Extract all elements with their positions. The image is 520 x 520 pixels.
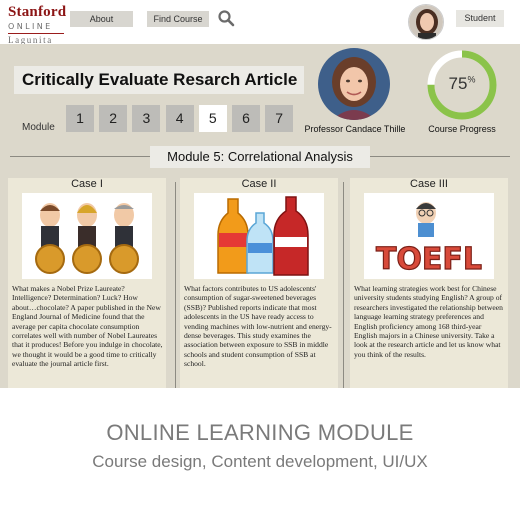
nobel-laureates-chocolate-image xyxy=(22,193,152,279)
portfolio-caption-subtitle: Course design, Content development, UI/U… xyxy=(92,452,428,471)
module-button-2[interactable]: 2 xyxy=(99,105,128,132)
portfolio-caption-title: ONLINE LEARNING MODULE xyxy=(106,420,414,445)
progress-number: 75 xyxy=(448,74,468,93)
case-title: Case I xyxy=(71,178,103,190)
course-module-panel: Critically Evaluate Resarch Article Modu… xyxy=(0,44,520,388)
user-avatar[interactable] xyxy=(408,4,444,40)
professor-photo xyxy=(318,48,390,120)
student-menu-button[interactable]: Student xyxy=(456,10,504,27)
section-heading: Module 5: Correlational Analysis xyxy=(150,146,370,168)
course-progress-label: Course Progress xyxy=(428,124,496,134)
case-card-1[interactable]: Case I What makes a Nobel Prize Laureate… xyxy=(8,178,166,388)
case-title: Case II xyxy=(241,178,277,190)
case-description: What learning strategies work best for C… xyxy=(354,284,503,359)
module-button-5[interactable]: 5 xyxy=(198,105,227,132)
module-button-1[interactable]: 1 xyxy=(66,105,94,132)
logo-divider xyxy=(8,33,64,34)
progress-unit: % xyxy=(467,74,476,85)
case-description: What factors contributes to US adolescen… xyxy=(184,284,332,369)
case-title: Case III xyxy=(410,178,448,190)
stanford-online-logo[interactable]: Stanford ONLINE Lagunita xyxy=(8,5,70,46)
module-button-6[interactable]: 6 xyxy=(232,105,260,132)
find-course-button[interactable]: Find Course xyxy=(147,11,209,27)
case-card-3[interactable]: Case III TOEFL What learning strategies … xyxy=(350,178,508,388)
soda-bottles-image xyxy=(194,193,324,279)
module-button-4[interactable]: 4 xyxy=(165,105,194,132)
case-card-2[interactable]: Case II What factors contributes to US a… xyxy=(180,178,338,388)
logo-subtitle: ONLINE xyxy=(8,22,53,31)
column-separator xyxy=(343,182,344,388)
module-button-3[interactable]: 3 xyxy=(132,105,161,132)
top-navigation-bar: Stanford ONLINE Lagunita About Find Cour… xyxy=(0,0,520,46)
svg-text:TOEFL: TOEFL xyxy=(376,242,482,277)
case-description: What makes a Nobel Prize Laureate? Intel… xyxy=(12,284,163,369)
module-label: Module xyxy=(22,122,55,133)
module-button-7[interactable]: 7 xyxy=(265,105,294,132)
toefl-student-image: TOEFL xyxy=(364,193,494,279)
column-separator xyxy=(175,182,176,388)
page-title: Critically Evaluate Resarch Article xyxy=(22,70,298,89)
about-button[interactable]: About xyxy=(70,11,133,27)
logo-wordmark: Stanford xyxy=(8,4,67,20)
professor-name: Professor Candace Thille xyxy=(304,124,406,134)
progress-percentage: 75% xyxy=(426,74,498,94)
search-icon[interactable] xyxy=(217,9,235,27)
